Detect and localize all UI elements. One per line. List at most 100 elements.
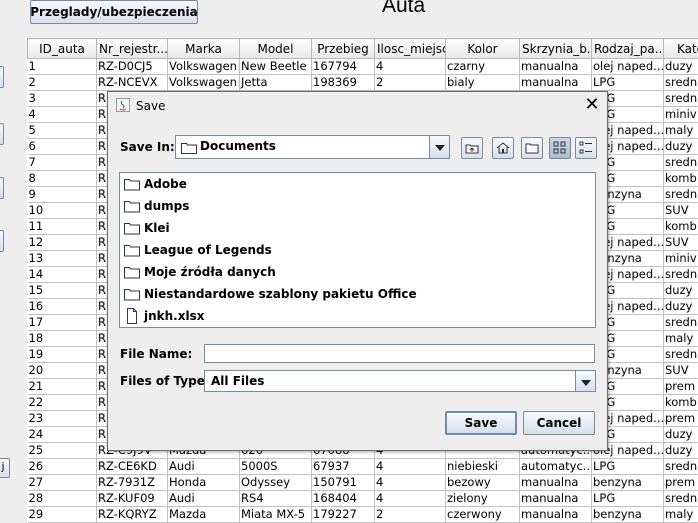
- table-cell[interactable]: 4: [375, 491, 446, 507]
- folder-item[interactable]: League of Legends: [124, 240, 272, 260]
- column-header[interactable]: Nr_rejestr...: [97, 39, 168, 59]
- column-header[interactable]: ID_auta: [28, 39, 97, 59]
- table-cell[interactable]: Odyssey: [240, 475, 312, 491]
- table-cell[interactable]: manualna: [520, 475, 592, 491]
- folder-item[interactable]: Moje źródła danych: [124, 262, 276, 282]
- table-cell[interactable]: 2: [28, 75, 97, 91]
- table-cell[interactable]: olej naped...: [592, 59, 664, 75]
- side-button-4[interactable]: [0, 230, 4, 252]
- up-one-level-button[interactable]: [461, 137, 483, 159]
- table-cell[interactable]: 29: [28, 507, 97, 523]
- table-cell[interactable]: RZ-NCEVX: [97, 75, 168, 91]
- table-cell[interactable]: 5000S: [240, 459, 312, 475]
- table-cell[interactable]: Honda: [168, 475, 240, 491]
- table-cell[interactable]: sredn: [664, 91, 698, 107]
- table-cell[interactable]: Volkswagen: [168, 59, 240, 75]
- table-cell[interactable]: 14: [28, 267, 97, 283]
- table-cell[interactable]: SUV: [664, 363, 698, 379]
- side-button-3[interactable]: [0, 177, 4, 199]
- table-row[interactable]: 27RZ-7931ZHondaOdyssey1507914bezowymanua…: [28, 475, 698, 491]
- table-cell[interactable]: sredn: [664, 187, 698, 203]
- column-header[interactable]: Model: [240, 39, 312, 59]
- table-cell[interactable]: sredn: [664, 459, 698, 475]
- table-cell[interactable]: sredn: [664, 155, 698, 171]
- table-cell[interactable]: 23: [28, 411, 97, 427]
- column-header[interactable]: Kate: [664, 39, 698, 59]
- table-cell[interactable]: 4: [375, 459, 446, 475]
- table-cell[interactable]: RZ-7931Z: [97, 475, 168, 491]
- table-cell[interactable]: manualna: [520, 507, 592, 523]
- table-cell[interactable]: komb: [664, 219, 698, 235]
- table-cell[interactable]: 5: [28, 123, 97, 139]
- table-cell[interactable]: LPG: [592, 75, 664, 91]
- list-view-button[interactable]: [549, 137, 571, 159]
- przeglady-button[interactable]: Przeglady/ubezpieczenia: [30, 0, 198, 24]
- column-header[interactable]: Kolor: [446, 39, 520, 59]
- table-cell[interactable]: bialy: [446, 75, 520, 91]
- table-cell[interactable]: duzy: [664, 59, 698, 75]
- new-folder-button[interactable]: [521, 137, 543, 159]
- column-header[interactable]: Przebieg: [312, 39, 375, 59]
- table-cell[interactable]: sredn: [664, 315, 698, 331]
- table-cell[interactable]: komb: [664, 395, 698, 411]
- table-cell[interactable]: 7: [28, 155, 97, 171]
- table-row[interactable]: 28RZ-KUF09AudiRS41684044zielonymanualnaL…: [28, 491, 698, 507]
- table-row[interactable]: 29RZ-KQRYZMazdaMiata MX-51792272czerwony…: [28, 507, 698, 523]
- table-cell[interactable]: 28: [28, 491, 97, 507]
- table-cell[interactable]: czerwony: [446, 507, 520, 523]
- column-header[interactable]: Rodzaj_pa...: [592, 39, 664, 59]
- table-cell[interactable]: 11: [28, 219, 97, 235]
- table-cell[interactable]: RZ-KUF09: [97, 491, 168, 507]
- table-cell[interactable]: miniv: [664, 107, 698, 123]
- table-cell[interactable]: komb: [664, 171, 698, 187]
- table-cell[interactable]: 24: [28, 427, 97, 443]
- table-cell[interactable]: sredn: [664, 267, 698, 283]
- table-cell[interactable]: automatyc...: [520, 459, 592, 475]
- table-cell[interactable]: 167794: [312, 59, 375, 75]
- table-cell[interactable]: 6: [28, 139, 97, 155]
- table-row[interactable]: 2RZ-NCEVXVolkswagenJetta1983692bialymanu…: [28, 75, 698, 91]
- table-cell[interactable]: 19: [28, 347, 97, 363]
- table-cell[interactable]: prem: [664, 411, 698, 427]
- table-cell[interactable]: duzy: [664, 427, 698, 443]
- table-cell[interactable]: 17: [28, 315, 97, 331]
- table-cell[interactable]: Mazda: [168, 507, 240, 523]
- table-cell[interactable]: benzyna: [592, 475, 664, 491]
- table-cell[interactable]: 10: [28, 203, 97, 219]
- files-of-type-select[interactable]: All Files: [204, 370, 596, 392]
- table-cell[interactable]: 27: [28, 475, 97, 491]
- table-cell[interactable]: prem: [664, 475, 698, 491]
- table-cell[interactable]: duzy: [664, 299, 698, 315]
- table-cell[interactable]: Miata MX-5: [240, 507, 312, 523]
- table-cell[interactable]: manualna: [520, 491, 592, 507]
- table-cell[interactable]: 67937: [312, 459, 375, 475]
- table-cell[interactable]: RZ-D0CJ5: [97, 59, 168, 75]
- column-header[interactable]: Ilosc_miejsc: [375, 39, 446, 59]
- side-button-1[interactable]: [0, 66, 4, 88]
- table-cell[interactable]: 21: [28, 379, 97, 395]
- table-cell[interactable]: 8: [28, 171, 97, 187]
- table-cell[interactable]: 9: [28, 187, 97, 203]
- table-cell[interactable]: miniv: [664, 251, 698, 267]
- save-button[interactable]: Save: [445, 411, 517, 435]
- table-cell[interactable]: 198369: [312, 75, 375, 91]
- table-cell[interactable]: SUV: [664, 203, 698, 219]
- table-cell[interactable]: 25: [28, 443, 97, 459]
- table-cell[interactable]: sredn: [664, 75, 698, 91]
- table-cell[interactable]: 4: [375, 475, 446, 491]
- table-cell[interactable]: maly: [664, 331, 698, 347]
- table-cell[interactable]: 2: [375, 75, 446, 91]
- file-item[interactable]: jnkh.xlsx: [124, 306, 204, 326]
- table-row[interactable]: 26RZ-CE6KDAudi5000S679374niebieskiautoma…: [28, 459, 698, 475]
- file-list[interactable]: AdobedumpsKleiLeague of LegendsMoje źród…: [119, 172, 596, 328]
- table-row[interactable]: 1RZ-D0CJ5VolkswagenNew Beetle1677944czar…: [28, 59, 698, 75]
- table-cell[interactable]: 168404: [312, 491, 375, 507]
- close-icon[interactable]: ✕: [583, 95, 601, 115]
- table-cell[interactable]: 179227: [312, 507, 375, 523]
- table-cell[interactable]: duzy: [664, 139, 698, 155]
- table-cell[interactable]: RS4: [240, 491, 312, 507]
- table-cell[interactable]: 20: [28, 363, 97, 379]
- table-cell[interactable]: 22: [28, 395, 97, 411]
- save-in-select[interactable]: Documents: [175, 135, 450, 159]
- table-cell[interactable]: bezowy: [446, 475, 520, 491]
